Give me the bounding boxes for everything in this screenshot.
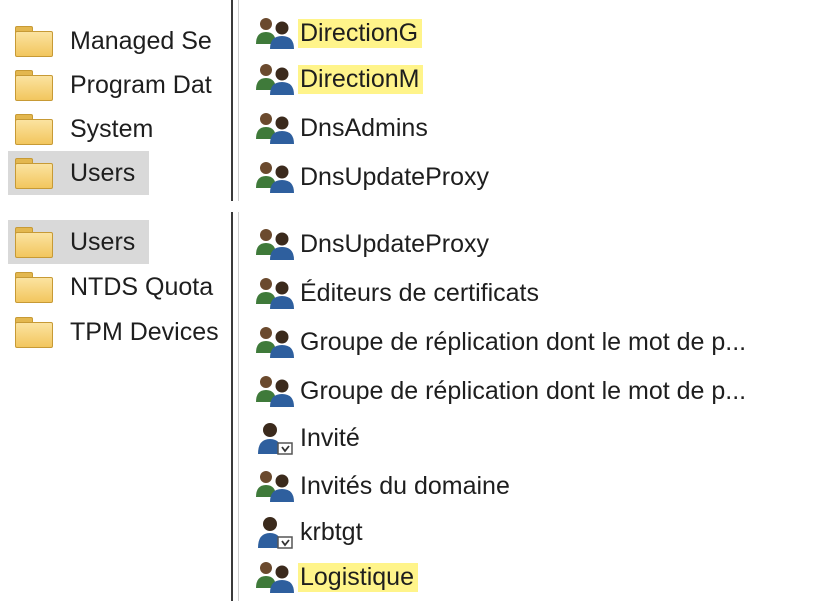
tree-item-label: NTDS Quota: [70, 272, 214, 301]
list-item-invites-du-domaine[interactable]: Invités du domaine: [254, 464, 830, 508]
pane-splitter[interactable]: [231, 212, 233, 601]
list-item-label: DirectionM: [298, 64, 424, 94]
list-item-dnsupdateproxy[interactable]: DnsUpdateProxy: [254, 155, 830, 199]
list-item-label: Invités du domaine: [300, 471, 510, 500]
list-item-label: Logistique: [298, 562, 418, 592]
pane-splitter[interactable]: [231, 0, 233, 201]
list-item-directionm[interactable]: DirectionM: [254, 57, 830, 101]
bottom-panel: Users NTDS Quota TPM Devices DnsUpdatePr…: [0, 212, 830, 601]
folder-icon: [14, 271, 54, 303]
list-item-dnsadmins[interactable]: DnsAdmins: [254, 106, 830, 150]
folder-icon: [14, 226, 54, 258]
list-item-label: DnsUpdateProxy: [300, 162, 489, 191]
list-item-invite[interactable]: Invité: [254, 416, 830, 460]
tree-item-label: Users: [70, 158, 136, 187]
tree-item-label: Users: [70, 227, 136, 256]
user-icon: [258, 423, 293, 455]
tree-item-label: Managed Se: [70, 26, 212, 55]
user-icon: [258, 517, 293, 549]
folder-icon: [14, 157, 54, 189]
group-icon: [256, 18, 294, 49]
folder-icon: [14, 113, 54, 145]
folder-icon: [14, 25, 54, 57]
list-item-label: DirectionG: [298, 18, 423, 48]
list-item-dnsupdateproxy[interactable]: DnsUpdateProxy: [254, 222, 830, 266]
tree-item-ntds-quotas[interactable]: NTDS Quota: [8, 265, 230, 309]
pane-divider: [238, 212, 239, 601]
list-item-label: Groupe de réplication dont le mot de p..…: [300, 327, 747, 356]
group-icon: [256, 278, 294, 309]
list-item-label: DnsAdmins: [300, 113, 428, 142]
tree-item-tpm-devices[interactable]: TPM Devices: [8, 310, 230, 354]
group-icon: [256, 64, 294, 95]
tree-item-label: Program Dat: [70, 70, 212, 99]
group-icon: [256, 229, 294, 260]
group-icon: [256, 113, 294, 144]
list-item-label: krbtgt: [300, 517, 363, 546]
list-item-label: Invité: [300, 423, 360, 452]
tree-item-users[interactable]: Users: [8, 220, 149, 264]
group-icon: [256, 162, 294, 193]
panel-gap: [0, 201, 830, 212]
tree-item-managed-service-accounts[interactable]: Managed Se: [8, 19, 230, 63]
list-item-editeurs-de-certificats[interactable]: Éditeurs de certificats: [254, 271, 830, 315]
list-item-label: Éditeurs de certificats: [300, 278, 539, 307]
list-item-directiong[interactable]: DirectionG: [254, 11, 830, 55]
group-icon: [256, 471, 294, 502]
list-item-groupe-replication-2[interactable]: Groupe de réplication dont le mot de p..…: [254, 369, 830, 413]
top-panel: Managed Se Program Dat System Users Dire…: [0, 0, 830, 201]
group-icon: [256, 562, 294, 593]
folder-icon: [14, 69, 54, 101]
list-item-krbtgt[interactable]: krbtgt: [254, 510, 830, 554]
tree-item-label: TPM Devices: [70, 317, 219, 346]
tree-item-users[interactable]: Users: [8, 151, 149, 195]
tree-item-label: System: [70, 114, 154, 143]
tree-item-program-data[interactable]: Program Dat: [8, 63, 230, 107]
group-icon: [256, 327, 294, 358]
group-icon: [256, 376, 294, 407]
tree-item-system[interactable]: System: [8, 107, 230, 151]
list-item-groupe-replication-1[interactable]: Groupe de réplication dont le mot de p..…: [254, 320, 830, 364]
list-item-label: Groupe de réplication dont le mot de p..…: [300, 376, 747, 405]
list-item-label: DnsUpdateProxy: [300, 229, 489, 258]
list-item-logistique[interactable]: Logistique: [254, 555, 830, 599]
pane-divider: [238, 0, 239, 201]
folder-icon: [14, 316, 54, 348]
